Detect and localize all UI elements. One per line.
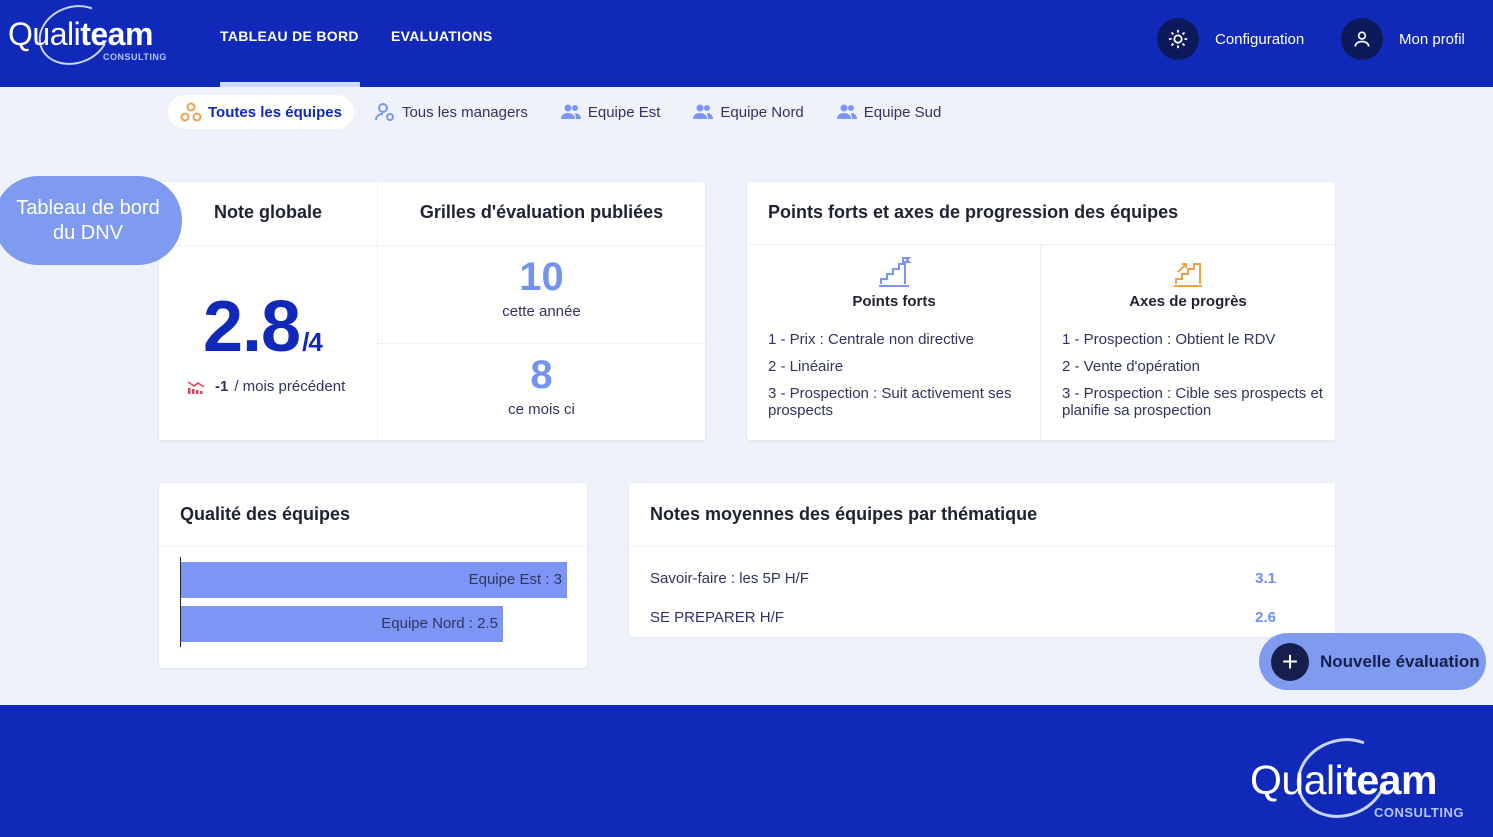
top-header: Qualiteam CONSULTING TABLEAU DE BORD EVA…	[0, 0, 1493, 87]
tab-tableau-de-bord[interactable]: TABLEAU DE BORD	[220, 28, 359, 44]
theme-value: 2.6	[1255, 609, 1276, 626]
profile-label: Mon profil	[1399, 30, 1465, 48]
dashboard-bubble: Tableau de bord du DNV	[0, 176, 182, 265]
card-divider	[378, 343, 705, 344]
subtab-label: Equipe Est	[587, 103, 661, 121]
notes-thematique-card: Notes moyennes des équipes par thématiqu…	[629, 483, 1335, 637]
list-item: 1 - Prix : Centrale non directive	[768, 331, 974, 348]
grilles-year-label: cette année	[502, 303, 581, 320]
stairs-flag-icon	[879, 257, 911, 287]
logo-text: Qualiteam	[8, 16, 153, 53]
group-icon	[836, 104, 857, 119]
footer-logo: Qualiteam CONSULTING	[1250, 725, 1465, 831]
profile-button[interactable]: Mon profil	[1341, 18, 1465, 60]
list-item: 2 - Linéaire	[768, 358, 844, 375]
subtab-equipe-sud[interactable]: Equipe Sud	[824, 95, 954, 129]
bar-equipe-nord[interactable]: Equipe Nord : 2.5	[181, 606, 503, 642]
footer: Qualiteam CONSULTING	[0, 705, 1493, 837]
note-grilles-card: Note globale 2.8/4 -1 / mois précédent G…	[159, 182, 705, 440]
trend-label: / mois précédent	[234, 378, 346, 395]
theme-value: 3.1	[1255, 570, 1276, 587]
theme-row: SE PREPARER H/F 2.6	[650, 609, 1276, 626]
grilles-year-value: 10	[519, 255, 564, 299]
subtab-toutes-les-equipes[interactable]: Toutes les équipes	[168, 95, 354, 129]
score-value: 2.8	[203, 287, 301, 367]
footer-logo-bold: team	[1343, 757, 1437, 803]
list-item: 1 - Prospection : Obtient le RDV	[1062, 331, 1276, 348]
footer-logo-subtitle: CONSULTING	[1374, 805, 1464, 820]
subtab-label: Equipe Nord	[720, 103, 804, 121]
user-icon	[1341, 18, 1383, 60]
group-icon	[560, 104, 581, 119]
subtab-label: Tous les managers	[401, 103, 528, 121]
score-denominator: /4	[302, 327, 323, 357]
logo-text-bold: team	[80, 16, 153, 52]
nouvelle-evaluation-label: Nouvelle évaluation	[1320, 651, 1480, 671]
gear-icon	[1157, 18, 1199, 60]
active-tab-indicator	[220, 82, 360, 87]
teams-icon	[180, 102, 202, 122]
stairs-progress-icon	[1174, 263, 1202, 287]
grilles-month-label: ce mois ci	[508, 401, 575, 418]
logo-text-light: Quali	[8, 16, 81, 52]
configuration-button[interactable]: Configuration	[1157, 18, 1304, 60]
footer-logo-light: Quali	[1250, 757, 1344, 803]
points-forts-list: 1 - Prix : Centrale non directive 2 - Li…	[768, 331, 1030, 429]
thematique-title: Notes moyennes des équipes par thématiqu…	[650, 504, 1038, 524]
note-globale-title: Note globale	[213, 202, 322, 222]
list-item: 3 - Prospection : Cible ses prospects et…	[1062, 385, 1323, 419]
configuration-label: Configuration	[1215, 30, 1305, 48]
team-filter-tabs: Toutes les équipes Tous les managers Equ…	[168, 95, 961, 129]
footer-logo-text: Qualiteam	[1250, 757, 1437, 804]
card-divider	[1040, 245, 1041, 440]
subtab-equipe-nord[interactable]: Equipe Nord	[680, 95, 815, 129]
points-forts-heading: Points forts	[852, 293, 936, 310]
grilles-month-value: 8	[530, 353, 553, 397]
qualite-title: Qualité des équipes	[180, 504, 351, 524]
card-divider	[159, 245, 705, 246]
bar-equipe-est[interactable]: Equipe Est : 3	[181, 562, 567, 598]
card-divider	[629, 546, 1335, 547]
theme-row: Savoir-faire : les 5P H/F 3.1	[650, 570, 1276, 587]
points-forts-card: Points forts et axes de progression des …	[747, 182, 1335, 440]
qualite-equipes-card: Qualité des équipes Equipe Est : 3 Equip…	[159, 483, 587, 668]
subtab-tous-les-managers[interactable]: Tous les managers	[362, 95, 540, 129]
plus-icon: +	[1271, 642, 1309, 681]
managers-icon	[374, 103, 394, 121]
subtab-equipe-est[interactable]: Equipe Est	[548, 95, 673, 129]
trend-value: -1	[215, 378, 229, 395]
nouvelle-evaluation-button[interactable]: + Nouvelle évaluation	[1259, 633, 1486, 690]
grilles-title: Grilles d'évaluation publiées	[419, 202, 664, 222]
subtab-label: Toutes les équipes	[208, 103, 342, 121]
card-divider	[159, 546, 587, 547]
theme-label: SE PREPARER H/F	[650, 609, 784, 626]
card-divider	[747, 244, 1335, 245]
list-item: 2 - Vente d'opération	[1062, 358, 1200, 375]
points-title: Points forts et axes de progression des …	[768, 202, 1179, 222]
tab-evaluations[interactable]: EVALUATIONS	[391, 28, 493, 44]
theme-label: Savoir-faire : les 5P H/F	[650, 570, 809, 587]
brand-logo[interactable]: Qualiteam CONSULTING	[8, 0, 178, 75]
logo-subtitle: CONSULTING	[103, 52, 167, 62]
group-icon	[693, 104, 714, 119]
subtab-label: Equipe Sud	[863, 103, 942, 121]
axes-progres-heading: Axes de progrès	[1129, 293, 1247, 310]
axes-progres-list: 1 - Prospection : Obtient le RDV 2 - Ven…	[1062, 331, 1324, 429]
global-score: 2.8/4	[203, 286, 323, 368]
list-item: 3 - Prospection : Suit activement ses pr…	[768, 385, 1012, 419]
trend-down-icon	[187, 380, 205, 394]
score-trend: -1 / mois précédent	[187, 378, 345, 395]
